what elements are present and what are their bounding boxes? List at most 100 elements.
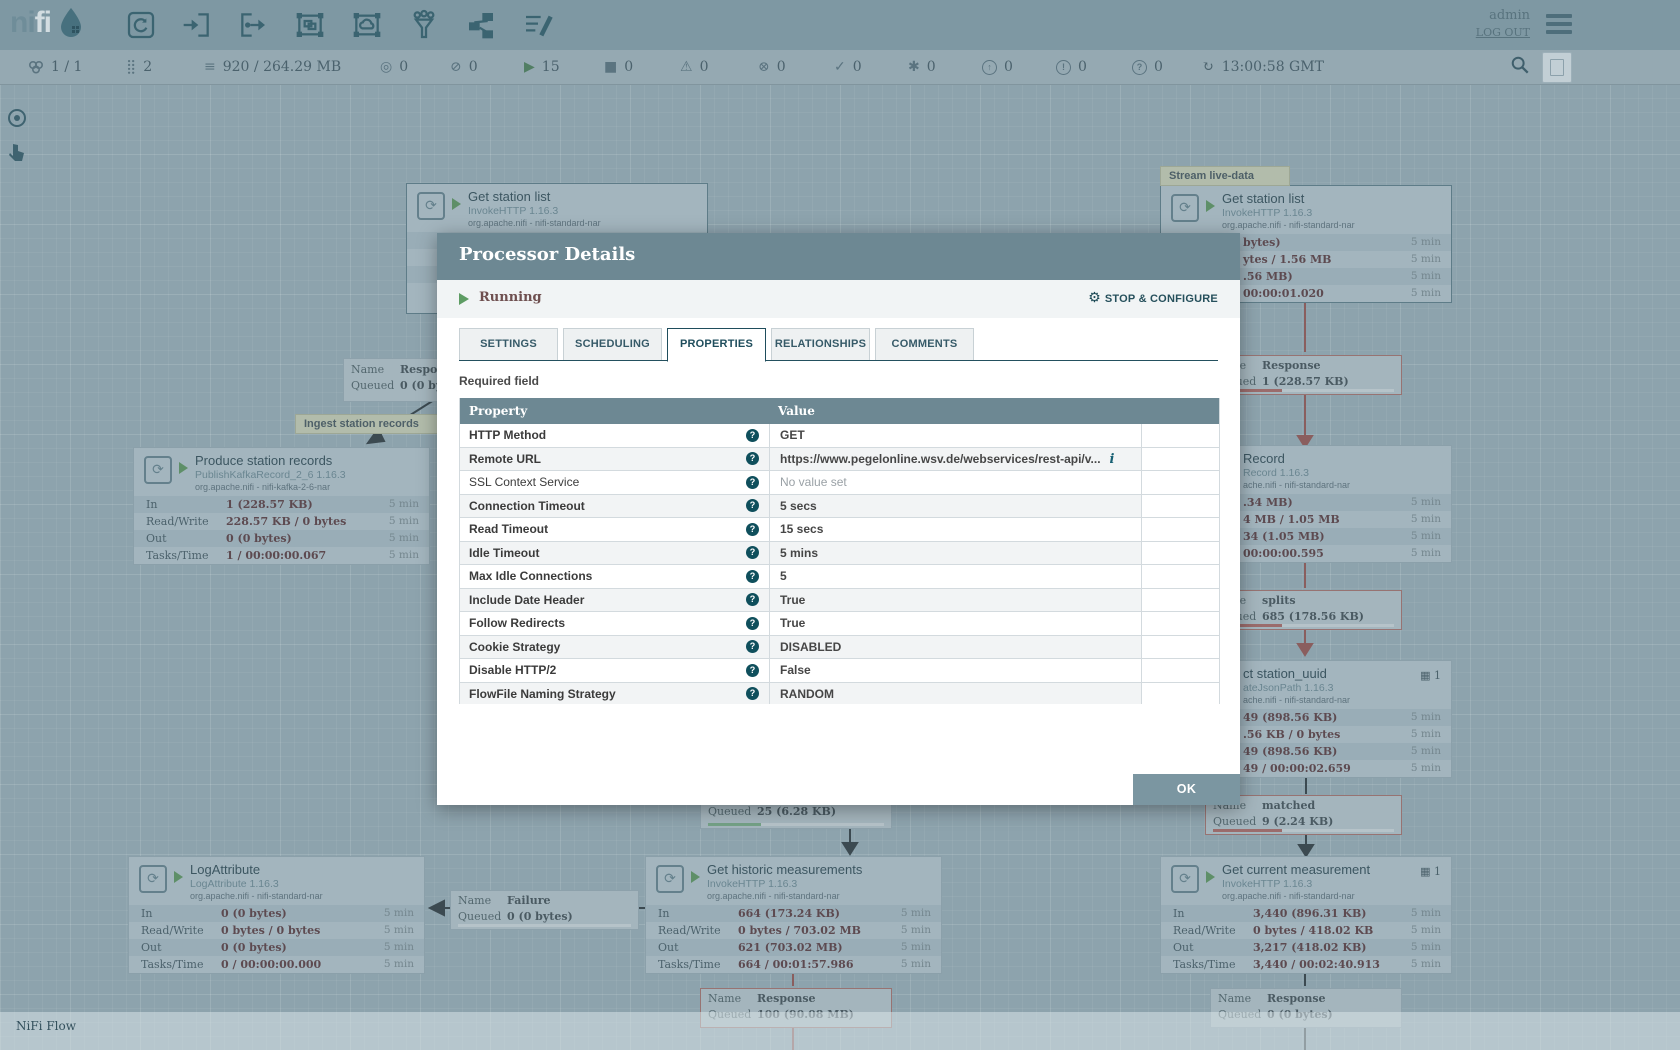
- hand-tool-button[interactable]: [4, 141, 30, 167]
- queue-size-bar: [1213, 829, 1394, 832]
- processor-get-current-measurement[interactable]: ⟳ Get current measurement InvokeHTTP 1.1…: [1160, 856, 1452, 974]
- help-icon[interactable]: ?: [746, 429, 759, 442]
- running-icon: [1206, 871, 1215, 883]
- help-icon[interactable]: ?: [746, 664, 759, 677]
- side-panel-button[interactable]: [1542, 52, 1572, 83]
- nifi-app: Stream live-data Ingest station records …: [0, 0, 1680, 1050]
- help-icon[interactable]: ?: [746, 499, 759, 512]
- help-icon[interactable]: ?: [746, 546, 759, 559]
- help-icon[interactable]: ?: [746, 640, 759, 653]
- tab-relationships[interactable]: RELATIONSHIPS: [771, 328, 870, 360]
- running-icon: [452, 198, 461, 210]
- info-icon[interactable]: i: [1110, 452, 1115, 467]
- processor-icon: ⟳: [1171, 194, 1199, 222]
- help-icon[interactable]: ?: [746, 523, 759, 536]
- global-menu-icon[interactable]: [1546, 14, 1572, 34]
- processor-icon: ⟳: [656, 865, 684, 893]
- table-row: FlowFile Naming Strategy? RANDOM: [460, 683, 1219, 705]
- ok-button[interactable]: OK: [1133, 774, 1240, 805]
- help-icon[interactable]: ?: [746, 570, 759, 583]
- logout-link[interactable]: LOG OUT: [1476, 26, 1530, 39]
- help-icon[interactable]: ?: [746, 452, 759, 465]
- running-icon: [691, 871, 700, 883]
- help-icon[interactable]: ?: [746, 687, 759, 700]
- cluster-icon: [28, 60, 44, 74]
- run-state: Running: [479, 290, 542, 305]
- running-icon: [179, 462, 188, 474]
- queued-icon: ≡: [204, 60, 216, 74]
- tab-scheduling[interactable]: SCHEDULING: [563, 328, 662, 360]
- properties-table: Property Value HTTP Method? GET Remote U…: [459, 398, 1220, 704]
- required-field-note: Required field: [459, 374, 539, 388]
- drag-template-icon[interactable]: [465, 9, 497, 41]
- table-row: Cookie Strategy? DISABLED: [460, 636, 1219, 660]
- stale-icon: ↑: [982, 60, 997, 75]
- label-ingest-station-records[interactable]: Ingest station records: [295, 414, 441, 434]
- queue-size-bar: [708, 823, 884, 826]
- sync-failure-icon: ?: [1132, 60, 1147, 75]
- stop-and-configure-button[interactable]: ⚙STOP & CONFIGURE: [1088, 290, 1218, 306]
- running-icon: [1206, 200, 1215, 212]
- tab-settings[interactable]: SETTINGS: [459, 328, 558, 360]
- dialog-header: Processor Details: [437, 233, 1240, 280]
- not-transmitting-icon: ⊘: [450, 60, 462, 74]
- drag-funnel-icon[interactable]: [408, 9, 440, 41]
- table-row: Include Date Header? True: [460, 589, 1219, 613]
- locally-modified-stale-icon: !: [1056, 60, 1071, 75]
- table-row: Disable HTTP/2? False: [460, 659, 1219, 683]
- nifi-drop-icon: [58, 6, 84, 38]
- processor-get-historic-measurements[interactable]: ⟳ Get historic measurements InvokeHTTP 1…: [645, 856, 942, 974]
- queue-size-bar: [458, 924, 631, 927]
- table-row: Connection Timeout? 5 secs: [460, 495, 1219, 519]
- label-stream-live-data[interactable]: Stream live-data: [1160, 166, 1290, 186]
- help-icon[interactable]: ?: [746, 593, 759, 606]
- running-icon: [459, 293, 469, 305]
- processor-log-attribute[interactable]: ⟳ LogAttribute LogAttribute 1.16.3 org.a…: [128, 856, 425, 974]
- tab-comments[interactable]: COMMENTS: [875, 328, 974, 360]
- dialog-status-bar: Running ⚙STOP & CONFIGURE: [437, 280, 1240, 318]
- up-to-date-icon: ✓: [834, 60, 846, 74]
- table-row: HTTP Method? GET: [460, 424, 1219, 448]
- drag-processor-icon[interactable]: [125, 9, 157, 41]
- drag-input-port-icon[interactable]: [181, 9, 213, 41]
- breadcrumb[interactable]: NiFi Flow: [16, 1019, 76, 1033]
- current-user: admin: [1476, 8, 1530, 23]
- drag-label-icon[interactable]: [522, 9, 554, 41]
- disabled-icon: ⊗: [758, 60, 770, 74]
- connection-label-response[interactable]: NameResponse Queued0 (0 bytes): [343, 358, 441, 402]
- table-row: Idle Timeout? 5 mins: [460, 542, 1219, 566]
- gear-icon: ⚙: [1088, 290, 1101, 306]
- processor-icon: ⟳: [144, 456, 172, 484]
- locally-modified-icon: ✱: [908, 60, 920, 74]
- birdseye-button[interactable]: [4, 107, 30, 133]
- connection-label-failure[interactable]: NameFailure Queued0 (0 bytes): [450, 890, 639, 930]
- refresh-icon[interactable]: ↻: [1202, 60, 1214, 74]
- drag-remote-process-group-icon[interactable]: [351, 9, 383, 41]
- processor-icon: ⟳: [1171, 865, 1199, 893]
- queue-size-bar: [1213, 389, 1394, 392]
- nifi-logo: nifi: [10, 6, 84, 40]
- last-refresh-time: 13:00:58 GMT: [1222, 59, 1324, 75]
- breadcrumb-bar: NiFi Flow: [0, 1012, 1680, 1050]
- stopped-icon: ■: [604, 60, 617, 74]
- table-row: SSL Context Service? No value set: [460, 471, 1219, 495]
- transmitting-icon: ◎: [380, 60, 392, 74]
- threads-icon: ▦: [1420, 865, 1430, 878]
- app-header: nifi ad: [0, 0, 1680, 50]
- processor-details-dialog: Processor Details Running ⚙STOP & CONFIG…: [437, 233, 1240, 805]
- running-icon: [174, 871, 183, 883]
- table-row: Read Timeout? 15 secs: [460, 518, 1219, 542]
- processor-produce-station-records[interactable]: ⟳ Produce station records PublishKafkaRe…: [133, 447, 430, 565]
- search-button[interactable]: [1510, 55, 1534, 79]
- invalid-icon: ⚠: [680, 60, 693, 74]
- table-header: Property Value: [460, 398, 1219, 424]
- active-threads-icon: ⣿: [126, 60, 136, 74]
- help-icon[interactable]: ?: [746, 617, 759, 630]
- help-icon[interactable]: ?: [746, 476, 759, 489]
- drag-output-port-icon[interactable]: [237, 9, 269, 41]
- threads-icon: ▦: [1420, 669, 1430, 682]
- tab-properties[interactable]: PROPERTIES: [667, 328, 766, 362]
- flow-status-bar: 1 / 1 ⣿2 ≡920 / 264.29 MB ◎0 ⊘0 ▶15 ■0 ⚠…: [0, 50, 1680, 85]
- drag-process-group-icon[interactable]: [294, 9, 326, 41]
- processor-icon: ⟳: [417, 192, 445, 220]
